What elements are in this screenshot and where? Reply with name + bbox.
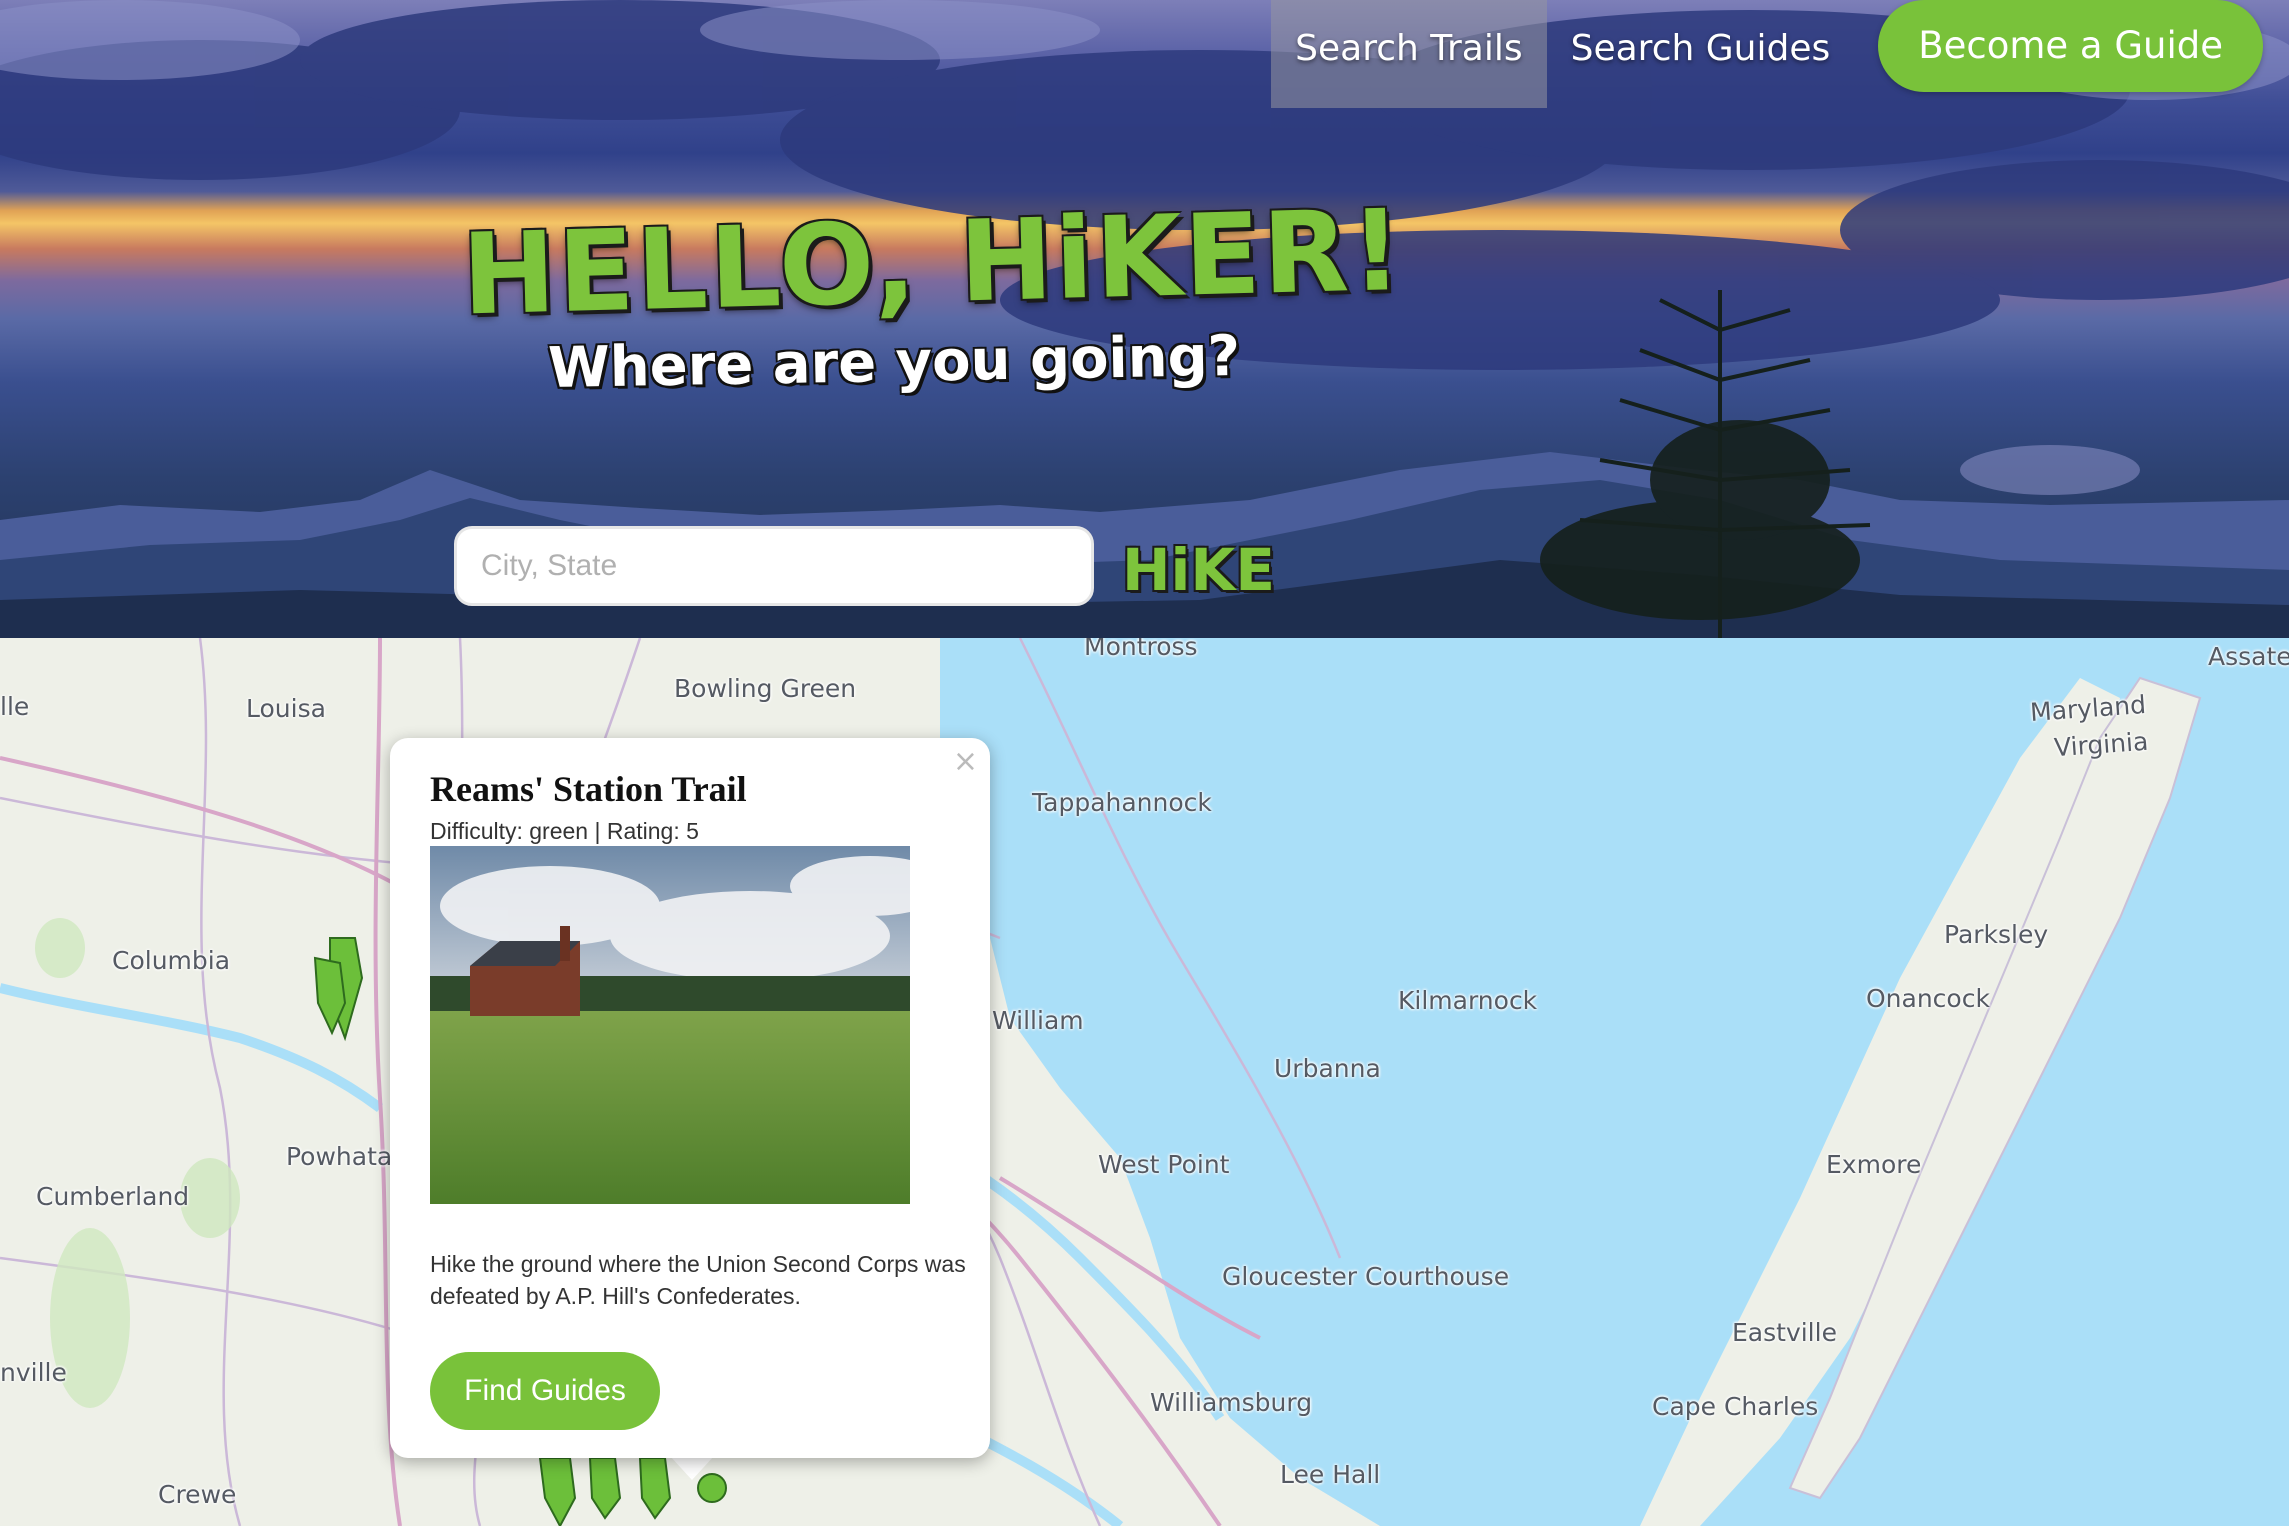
- hike-submit-button[interactable]: HiKE: [1122, 536, 1275, 604]
- place-label: Columbia: [112, 946, 231, 975]
- trail-popup: × Reams' Station Trail Difficulty: green…: [390, 738, 990, 1458]
- place-label: Gloucester Courthouse: [1222, 1262, 1510, 1291]
- trail-title: Reams' Station Trail: [430, 769, 747, 809]
- trail-marker[interactable]: [588, 1457, 622, 1520]
- map-base: [0, 638, 2289, 1526]
- place-label: Cape Charles: [1652, 1392, 1819, 1421]
- place-label: Williamsburg: [1150, 1388, 1313, 1417]
- place-label: West Point: [1098, 1150, 1230, 1179]
- place-label: Montross: [1084, 638, 1198, 661]
- become-a-guide-button[interactable]: Become a Guide: [1878, 0, 2263, 92]
- hero-subheadline: Where are you going?: [547, 323, 1241, 402]
- place-label: Powhata: [286, 1142, 393, 1171]
- popup-pointer: [670, 1456, 714, 1480]
- place-label: Kilmarnock: [1398, 986, 1538, 1015]
- close-icon[interactable]: ×: [953, 744, 978, 779]
- hero-headline: HELLO, HiKER!: [460, 185, 1406, 341]
- place-label: Parksley: [1944, 920, 2049, 949]
- nav-search-trails[interactable]: Search Trails: [1271, 0, 1547, 108]
- top-nav: Search Trails Search Guides Become a Gui…: [1271, 0, 2289, 108]
- trail-meta: Difficulty: green | Rating: 5: [430, 818, 699, 844]
- place-label: Crewe: [158, 1480, 237, 1509]
- trail-marker[interactable]: [638, 1457, 672, 1520]
- trail-description: Hike the ground where the Union Second C…: [430, 1251, 966, 1309]
- trail-photo: [430, 846, 910, 1204]
- place-label: Eastville: [1732, 1318, 1837, 1347]
- place-label: nville: [0, 1358, 67, 1387]
- place-label: Onancock: [1866, 984, 1990, 1013]
- hero-banner: Search Trails Search Guides Become a Gui…: [0, 0, 2289, 638]
- find-guides-button[interactable]: Find Guides: [430, 1352, 660, 1430]
- place-label: Cumberland: [36, 1182, 190, 1211]
- trail-map[interactable]: Montross Bowling Green Louisa lle Tappah…: [0, 638, 2289, 1526]
- location-search-input[interactable]: [454, 526, 1094, 606]
- place-label: Assate: [2208, 642, 2289, 671]
- place-label: Exmore: [1826, 1150, 1922, 1179]
- place-label: Bowling Green: [674, 674, 857, 703]
- place-label: lle: [0, 692, 30, 721]
- place-label: William: [992, 1006, 1084, 1035]
- trail-marker[interactable]: [538, 1457, 577, 1526]
- place-label: Urbanna: [1274, 1054, 1381, 1083]
- place-label: Louisa: [246, 694, 326, 723]
- place-label: Lee Hall: [1280, 1460, 1381, 1489]
- nav-search-guides[interactable]: Search Guides: [1547, 0, 1855, 108]
- place-label: Tappahannock: [1032, 788, 1212, 817]
